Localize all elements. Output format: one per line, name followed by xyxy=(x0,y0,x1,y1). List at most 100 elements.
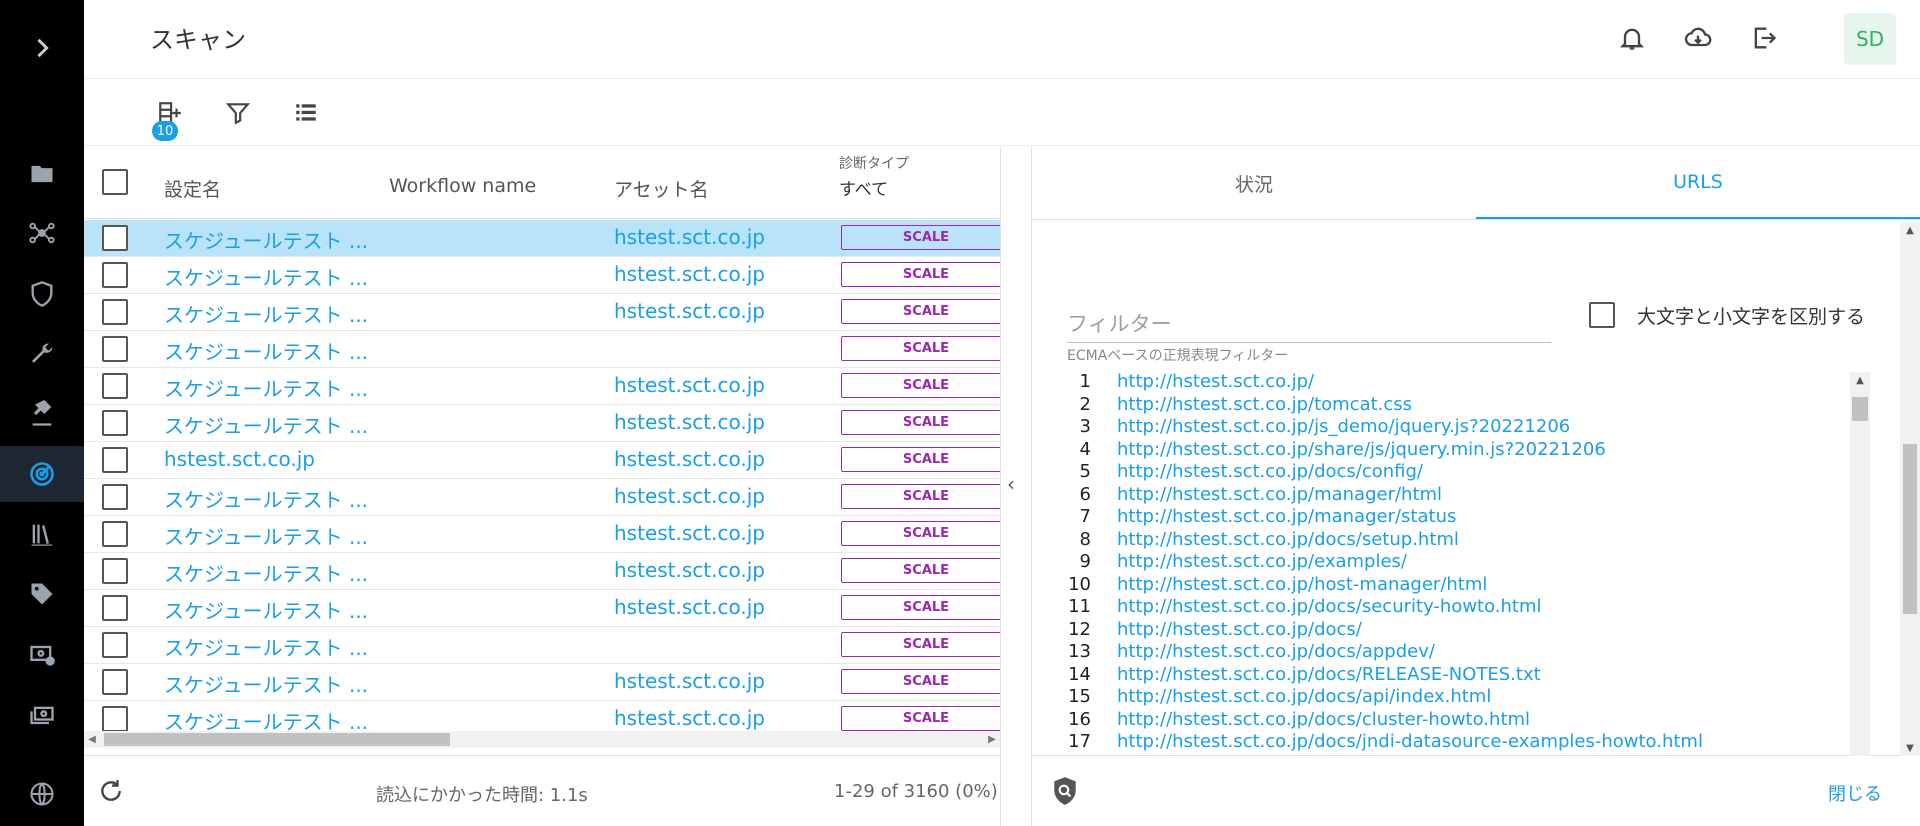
table-row[interactable]: スケジュールテスト ... SCALE xyxy=(84,331,1000,368)
row-name-link[interactable]: スケジュールテスト ... xyxy=(164,632,368,661)
url-link[interactable]: http://hstest.sct.co.jp/examples/ xyxy=(1117,551,1407,572)
refresh-icon[interactable] xyxy=(98,778,124,808)
row-name-link[interactable]: スケジュールテスト ... xyxy=(164,669,368,698)
url-list-scrollbar[interactable]: ▲ xyxy=(1850,372,1870,756)
case-sensitive-checkbox[interactable] xyxy=(1589,302,1615,328)
row-name-link[interactable]: スケジュールテスト ... xyxy=(164,299,368,328)
row-checkbox[interactable] xyxy=(102,373,128,399)
row-checkbox[interactable] xyxy=(102,521,128,547)
row-asset-link[interactable]: hstest.sct.co.jp xyxy=(614,521,765,545)
url-link[interactable]: http://hstest.sct.co.jp/manager/html xyxy=(1117,484,1442,505)
list-icon[interactable] xyxy=(290,97,322,129)
url-link[interactable]: http://hstest.sct.co.jp/docs/ xyxy=(1117,619,1362,640)
money-settings-icon[interactable] xyxy=(0,626,84,682)
url-link[interactable]: http://hstest.sct.co.jp/share/js/jquery.… xyxy=(1117,439,1606,460)
row-name-link[interactable]: スケジュールテスト ... xyxy=(164,336,368,365)
url-filter-input[interactable] xyxy=(1067,305,1551,343)
library-icon[interactable] xyxy=(0,506,84,562)
horizontal-scrollbar[interactable]: ◀ ▶ xyxy=(84,731,1000,748)
row-asset-link[interactable]: hstest.sct.co.jp xyxy=(614,558,765,582)
url-link[interactable]: http://hstest.sct.co.jp/docs/jndi-dataso… xyxy=(1117,731,1703,752)
cloud-download-icon[interactable] xyxy=(1682,22,1714,54)
detail-scroll-down-arrow[interactable]: ▼ xyxy=(1900,740,1920,756)
row-name-link[interactable]: スケジュールテスト ... xyxy=(164,410,368,439)
row-checkbox[interactable] xyxy=(102,447,128,473)
detail-scroll-up-arrow[interactable]: ▲ xyxy=(1900,222,1920,238)
url-link[interactable]: http://hstest.sct.co.jp/docs/appdev/ xyxy=(1117,641,1435,662)
row-asset-link[interactable]: hstest.sct.co.jp xyxy=(614,373,765,397)
url-link[interactable]: http://hstest.sct.co.jp/ xyxy=(1117,371,1314,392)
row-name-link[interactable]: スケジュールテスト ... xyxy=(164,373,368,402)
bell-icon[interactable] xyxy=(1616,22,1648,54)
panel-splitter[interactable]: ‹ xyxy=(1000,147,1032,826)
url-link[interactable]: http://hstest.sct.co.jp/docs/cluster-how… xyxy=(1117,709,1530,730)
scroll-up-arrow[interactable]: ▲ xyxy=(1850,372,1870,388)
close-button[interactable]: 閉じる xyxy=(1828,780,1882,806)
row-checkbox[interactable] xyxy=(102,225,128,251)
select-all-checkbox[interactable] xyxy=(102,169,128,195)
horizontal-scroll-thumb[interactable] xyxy=(104,733,450,746)
row-checkbox[interactable] xyxy=(102,669,128,695)
table-row[interactable]: スケジュールテスト ... hstest.sct.co.jp SCALE xyxy=(84,294,1000,331)
row-checkbox[interactable] xyxy=(102,558,128,584)
filter-icon[interactable] xyxy=(222,97,254,129)
scroll-left-arrow[interactable]: ◀ xyxy=(84,731,100,748)
row-name-link[interactable]: hstest.sct.co.jp xyxy=(164,447,315,471)
tools-icon[interactable] xyxy=(0,386,84,442)
row-asset-link[interactable]: hstest.sct.co.jp xyxy=(614,595,765,619)
url-link[interactable]: http://hstest.sct.co.jp/tomcat.css xyxy=(1117,394,1412,415)
row-checkbox[interactable] xyxy=(102,706,128,732)
row-name-link[interactable]: スケジュールテスト ... xyxy=(164,558,368,587)
table-row[interactable]: スケジュールテスト ... hstest.sct.co.jp SCALE xyxy=(84,368,1000,405)
row-name-link[interactable]: スケジュールテスト ... xyxy=(164,262,368,291)
row-asset-link[interactable]: hstest.sct.co.jp xyxy=(614,447,765,471)
row-asset-link[interactable]: hstest.sct.co.jp xyxy=(614,484,765,508)
url-link[interactable]: http://hstest.sct.co.jp/manager/status xyxy=(1117,506,1456,527)
url-link[interactable]: http://hstest.sct.co.jp/docs/RELEASE-NOT… xyxy=(1117,664,1541,685)
row-asset-link[interactable]: hstest.sct.co.jp xyxy=(614,299,765,323)
detail-scroll-thumb[interactable] xyxy=(1903,444,1917,614)
row-name-link[interactable]: スケジュールテスト ... xyxy=(164,595,368,624)
table-row[interactable]: スケジュールテスト ... hstest.sct.co.jp SCALE xyxy=(84,516,1000,553)
collapse-chevron-icon[interactable]: ‹ xyxy=(1007,472,1015,496)
money-stack-icon[interactable] xyxy=(0,688,84,744)
url-link[interactable]: http://hstest.sct.co.jp/docs/config/ xyxy=(1117,461,1423,482)
row-checkbox[interactable] xyxy=(102,410,128,436)
tab-urls[interactable]: URLS xyxy=(1476,147,1920,220)
row-asset-link[interactable]: hstest.sct.co.jp xyxy=(614,669,765,693)
folder-icon[interactable] xyxy=(0,146,84,202)
row-checkbox[interactable] xyxy=(102,632,128,658)
logout-icon[interactable] xyxy=(1748,22,1780,54)
shield-icon[interactable] xyxy=(0,266,84,322)
chevron-right-icon[interactable] xyxy=(0,20,84,76)
url-link[interactable]: http://hstest.sct.co.jp/js_demo/jquery.j… xyxy=(1117,416,1570,437)
row-asset-link[interactable]: hstest.sct.co.jp xyxy=(614,262,765,286)
table-row[interactable]: スケジュールテスト ... hstest.sct.co.jp SCALE xyxy=(84,479,1000,516)
column-header-workflow[interactable]: Workflow name xyxy=(389,175,536,197)
table-row[interactable]: スケジュールテスト ... hstest.sct.co.jp SCALE xyxy=(84,405,1000,442)
url-link[interactable]: http://hstest.sct.co.jp/host-manager/htm… xyxy=(1117,574,1487,595)
avatar[interactable]: SD xyxy=(1844,13,1896,65)
row-asset-link[interactable]: hstest.sct.co.jp xyxy=(614,706,765,730)
url-link[interactable]: http://hstest.sct.co.jp/docs/security-ho… xyxy=(1117,596,1542,617)
row-name-link[interactable]: スケジュールテスト ... xyxy=(164,225,368,254)
column-header-asset[interactable]: アセット名 xyxy=(614,175,709,202)
url-link[interactable]: http://hstest.sct.co.jp/docs/api/index.h… xyxy=(1117,686,1491,707)
table-row[interactable]: スケジュールテスト ... hstest.sct.co.jp SCALE xyxy=(84,664,1000,701)
table-row[interactable]: スケジュールテスト ... hstest.sct.co.jp SCALE xyxy=(84,220,1000,257)
row-checkbox[interactable] xyxy=(102,595,128,621)
radar-icon[interactable] xyxy=(0,446,84,502)
row-asset-link[interactable]: hstest.sct.co.jp xyxy=(614,225,765,249)
tab-status[interactable]: 状況 xyxy=(1032,147,1476,220)
table-row[interactable]: スケジュールテスト ... SCALE xyxy=(84,627,1000,664)
table-row[interactable]: hstest.sct.co.jp hstest.sct.co.jp SCALE xyxy=(84,442,1000,479)
row-checkbox[interactable] xyxy=(102,484,128,510)
network-icon[interactable] xyxy=(0,205,84,261)
table-row[interactable]: スケジュールテスト ... hstest.sct.co.jp SCALE xyxy=(84,590,1000,627)
column-header-name[interactable]: 設定名 xyxy=(164,175,221,202)
diag-type-filter-select[interactable]: すべて xyxy=(839,175,888,200)
row-name-link[interactable]: スケジュールテスト ... xyxy=(164,484,368,513)
url-list-scroll-thumb[interactable] xyxy=(1852,397,1868,421)
row-checkbox[interactable] xyxy=(102,299,128,325)
wrench-icon[interactable] xyxy=(0,326,84,382)
